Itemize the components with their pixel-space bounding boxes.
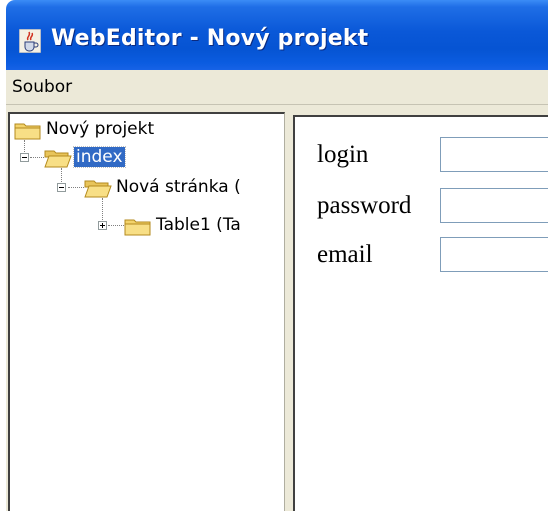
tree-node-label: index bbox=[73, 146, 126, 168]
login-label: login bbox=[317, 141, 369, 168]
menu-soubor[interactable]: Soubor bbox=[12, 77, 72, 97]
folder-open-icon bbox=[44, 150, 72, 168]
collapse-toggle[interactable] bbox=[57, 183, 66, 192]
folder-icon bbox=[14, 123, 41, 140]
form-preview: login password email bbox=[293, 115, 548, 511]
tree-node-page[interactable]: Nová stránka ( bbox=[10, 176, 280, 200]
main-frame: Nový projekt index Nová stránka (Table1… bbox=[6, 105, 548, 511]
window-title: WebEditor - Nový projekt bbox=[51, 26, 369, 51]
password-field[interactable] bbox=[440, 188, 548, 223]
folder-open-icon bbox=[84, 180, 112, 198]
tree-node-index[interactable]: index bbox=[10, 146, 280, 170]
split-pane-divider[interactable] bbox=[285, 112, 293, 511]
folder-icon bbox=[124, 219, 151, 236]
password-label: password bbox=[317, 192, 412, 219]
email-label: email bbox=[317, 241, 373, 268]
tree-node-label: Nová stránka ( bbox=[116, 177, 241, 197]
email-field[interactable] bbox=[440, 237, 548, 272]
project-tree[interactable]: Nový projekt index Nová stránka (Table1… bbox=[8, 112, 285, 511]
tree-node-table[interactable]: Table1 (Ta bbox=[10, 214, 280, 238]
tree-node-label: Table1 (Ta bbox=[156, 215, 241, 235]
title-bar[interactable]: WebEditor - Nový projekt bbox=[6, 0, 548, 70]
collapse-toggle[interactable] bbox=[20, 153, 29, 162]
menu-bar: Soubor bbox=[6, 70, 548, 105]
java-cup-icon bbox=[19, 29, 41, 53]
expand-toggle[interactable] bbox=[98, 221, 107, 230]
tree-root-label: Nový projekt bbox=[46, 119, 155, 139]
app-window: WebEditor - Nový projekt Soubor Nový pro… bbox=[6, 0, 548, 511]
tree-root[interactable]: Nový projekt bbox=[10, 118, 280, 142]
login-field[interactable] bbox=[440, 137, 548, 172]
